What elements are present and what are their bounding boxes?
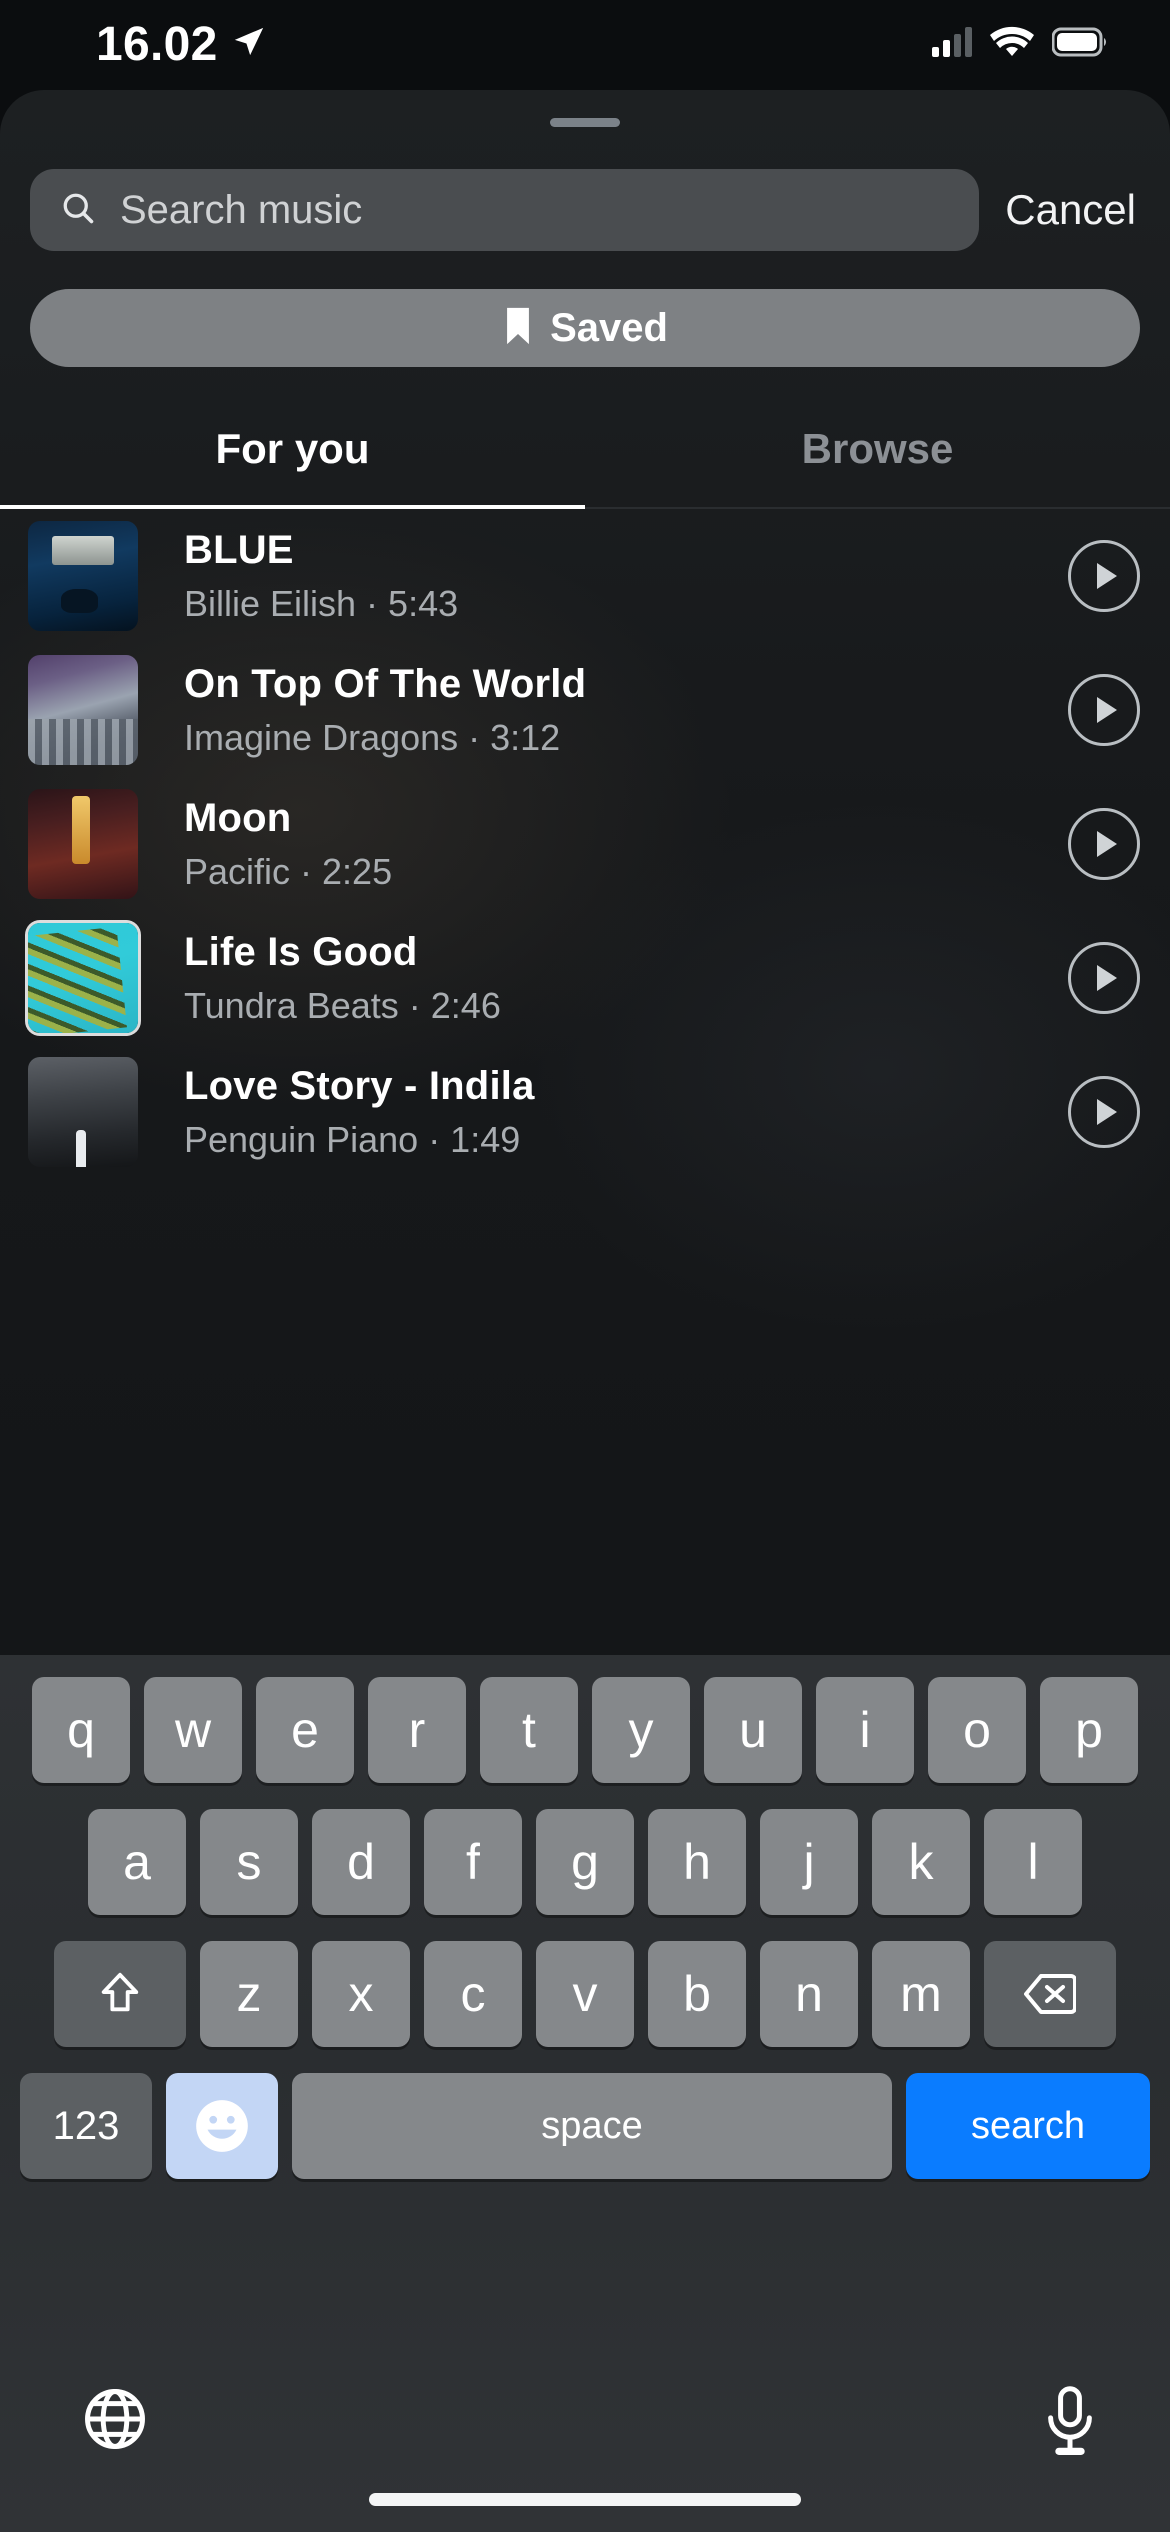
tab-browse[interactable]: Browse	[585, 411, 1170, 509]
song-title: Moon	[184, 795, 292, 840]
key-h[interactable]: h	[648, 1809, 746, 1915]
saved-button-wrap: Saved	[0, 251, 1170, 367]
play-icon[interactable]	[1068, 808, 1140, 880]
key-y[interactable]: y	[592, 1677, 690, 1783]
keyboard-row-4: 123 space search	[0, 2073, 1170, 2179]
key-k[interactable]: k	[872, 1809, 970, 1915]
key-s[interactable]: s	[200, 1809, 298, 1915]
emoji-smiley-icon[interactable]	[166, 2073, 278, 2179]
song-text: Love Story - Indila Penguin Piano · 1:49	[138, 1064, 1068, 1161]
album-art	[28, 923, 138, 1033]
cancel-button[interactable]: Cancel	[1005, 186, 1136, 234]
table-row[interactable]: Moon Pacific · 2:25	[0, 777, 1170, 911]
key-c[interactable]: c	[424, 1941, 522, 2047]
status-bar-right	[932, 26, 1108, 63]
song-text: On Top Of The World Imagine Dragons · 3:…	[138, 662, 1068, 759]
play-icon[interactable]	[1068, 942, 1140, 1014]
key-t[interactable]: t	[480, 1677, 578, 1783]
song-text: Life Is Good Tundra Beats · 2:46	[138, 930, 1068, 1027]
play-icon[interactable]	[1068, 540, 1140, 612]
song-meta: Pacific · 2:25	[184, 850, 393, 892]
song-meta: Billie Eilish · 5:43	[184, 582, 459, 624]
key-w[interactable]: w	[144, 1677, 242, 1783]
status-bar-left: 16.02	[96, 17, 266, 72]
key-q[interactable]: q	[32, 1677, 130, 1783]
phone-screen: 16.02 Search music Cancel Saved For you …	[0, 0, 1170, 2532]
key-u[interactable]: u	[704, 1677, 802, 1783]
key-i[interactable]: i	[816, 1677, 914, 1783]
key-f[interactable]: f	[424, 1809, 522, 1915]
saved-button[interactable]: Saved	[30, 289, 1140, 367]
location-arrow-icon	[232, 25, 266, 64]
song-meta: Imagine Dragons · 3:12	[184, 716, 561, 758]
table-row[interactable]: On Top Of The World Imagine Dragons · 3:…	[0, 643, 1170, 777]
song-title: On Top Of The World	[184, 661, 587, 706]
sheet-grabber[interactable]	[550, 118, 620, 127]
search-input[interactable]: Search music	[30, 169, 980, 251]
cellular-signal-icon	[932, 26, 972, 62]
album-art	[28, 1057, 138, 1167]
status-bar: 16.02	[0, 0, 1170, 88]
status-time: 16.02	[96, 17, 218, 71]
tab-for-you[interactable]: For you	[0, 411, 585, 509]
key-o[interactable]: o	[928, 1677, 1026, 1783]
song-title: Love Story - Indila	[184, 1063, 535, 1108]
key-a[interactable]: a	[88, 1809, 186, 1915]
key-g[interactable]: g	[536, 1809, 634, 1915]
key-z[interactable]: z	[200, 1941, 298, 2047]
key-v[interactable]: v	[536, 1941, 634, 2047]
keyboard-row-3: z x c v b n m	[0, 1941, 1170, 2047]
search-key[interactable]: search	[906, 2073, 1150, 2179]
space-key[interactable]: space	[292, 2073, 892, 2179]
play-icon[interactable]	[1068, 674, 1140, 746]
key-r[interactable]: r	[368, 1677, 466, 1783]
shift-arrow-icon[interactable]	[54, 1941, 186, 2047]
tab-bar: For you Browse	[0, 411, 1170, 509]
table-row[interactable]: BLUE Billie Eilish · 5:43	[0, 509, 1170, 643]
numbers-key[interactable]: 123	[20, 2073, 152, 2179]
song-text: BLUE Billie Eilish · 5:43	[138, 528, 1068, 625]
song-text: Moon Pacific · 2:25	[138, 796, 1068, 893]
search-sheet: Search music Cancel Saved For you Browse	[0, 90, 1170, 2532]
song-list: BLUE Billie Eilish · 5:43 On Top Of The …	[0, 509, 1170, 1179]
key-d[interactable]: d	[312, 1809, 410, 1915]
song-meta: Tundra Beats · 2:46	[184, 984, 501, 1026]
key-m[interactable]: m	[872, 1941, 970, 2047]
key-l[interactable]: l	[984, 1809, 1082, 1915]
key-p[interactable]: p	[1040, 1677, 1138, 1783]
backspace-icon[interactable]	[984, 1941, 1116, 2047]
bookmark-icon	[502, 306, 534, 351]
wifi-icon	[990, 26, 1034, 63]
song-meta: Penguin Piano · 1:49	[184, 1118, 521, 1160]
keyboard-row-2: a s d f g h j k l	[0, 1809, 1170, 1915]
song-title: Life Is Good	[184, 929, 418, 974]
globe-icon[interactable]	[82, 2386, 148, 2457]
song-title: BLUE	[184, 527, 294, 572]
table-row[interactable]: Life Is Good Tundra Beats · 2:46	[0, 911, 1170, 1045]
search-icon	[60, 190, 96, 231]
album-art	[28, 521, 138, 631]
key-n[interactable]: n	[760, 1941, 858, 2047]
search-row: Search music Cancel	[0, 127, 1170, 251]
battery-icon	[1051, 27, 1108, 62]
key-j[interactable]: j	[760, 1809, 858, 1915]
table-row[interactable]: Love Story - Indila Penguin Piano · 1:49	[0, 1045, 1170, 1179]
keyboard: q w e r t y u i o p a s d f g h j k l z …	[0, 1655, 1170, 2532]
play-icon[interactable]	[1068, 1076, 1140, 1148]
keyboard-row-1: q w e r t y u i o p	[0, 1677, 1170, 1783]
key-e[interactable]: e	[256, 1677, 354, 1783]
microphone-icon[interactable]	[1042, 2386, 1098, 2463]
album-art	[28, 789, 138, 899]
album-art	[28, 655, 138, 765]
key-x[interactable]: x	[312, 1941, 410, 2047]
saved-label: Saved	[550, 305, 668, 350]
home-indicator[interactable]	[369, 2493, 801, 2506]
key-b[interactable]: b	[648, 1941, 746, 2047]
search-placeholder: Search music	[120, 187, 363, 232]
